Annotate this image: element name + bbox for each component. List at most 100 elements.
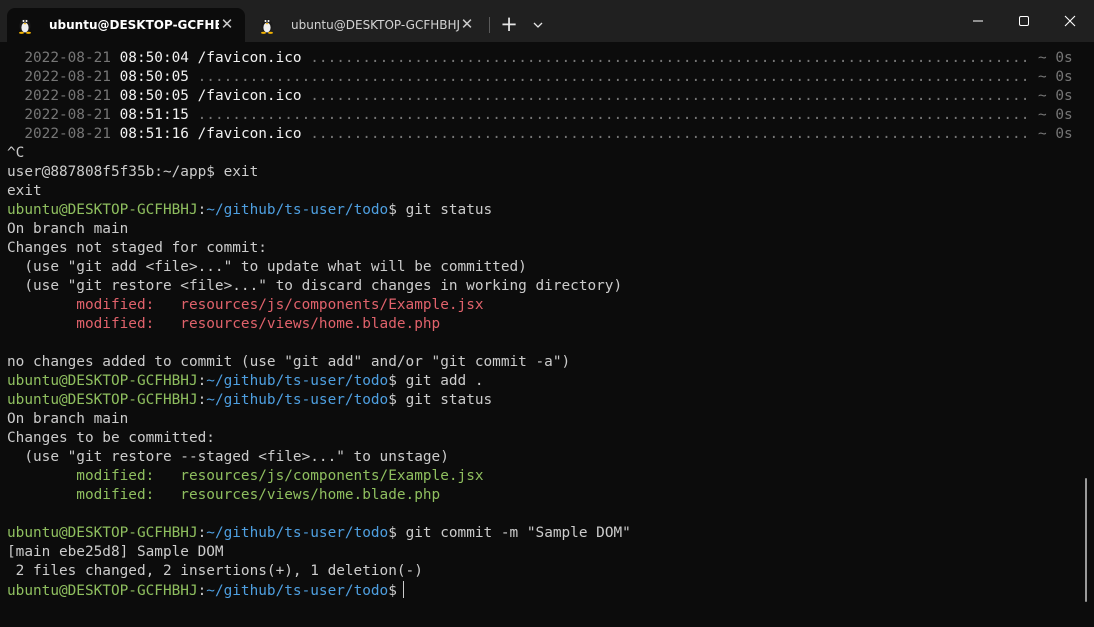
log-duration: ~ 0s bbox=[1038, 69, 1073, 85]
close-window-icon[interactable] bbox=[1047, 0, 1093, 42]
log-path: /favicon.ico bbox=[197, 88, 302, 104]
prompt-path: ~/github/ts-user/todo bbox=[206, 202, 389, 218]
staged-file-line: modified: resources/views/home.blade.php bbox=[7, 486, 1077, 505]
log-line: 2022-08-21 08:51:16 /favicon.ico .......… bbox=[7, 125, 1077, 144]
minimize-icon[interactable] bbox=[955, 0, 1001, 42]
prompt-line: ubuntu@DESKTOP-GCFHBHJ:~/github/ts-user/… bbox=[7, 524, 1077, 543]
log-path: /favicon.ico bbox=[197, 126, 302, 142]
output-line: (use "git restore --staged <file>..." to… bbox=[7, 449, 449, 465]
tab-label: ubuntu@DESKTOP-GCFHBHJ: bbox=[49, 18, 219, 32]
log-duration: ~ 0s bbox=[1038, 126, 1073, 142]
log-date: 2022-08-21 bbox=[24, 88, 111, 104]
tab-active[interactable]: ubuntu@DESKTOP-GCFHBHJ: ✕ bbox=[7, 8, 245, 42]
tab-separator bbox=[489, 17, 490, 33]
title-bar: ubuntu@DESKTOP-GCFHBHJ: ✕ ubuntu@DESKTOP… bbox=[0, 0, 1094, 42]
prompt-path: ~/github/ts-user/todo bbox=[206, 525, 389, 541]
prompt-dollar: $ bbox=[388, 525, 397, 541]
prompt-line-current[interactable]: ubuntu@DESKTOP-GCFHBHJ:~/github/ts-user/… bbox=[7, 581, 1077, 600]
prompt-path: ~/github/ts-user/todo bbox=[206, 392, 389, 408]
prompt-colon: : bbox=[197, 373, 207, 389]
log-date: 2022-08-21 bbox=[24, 50, 111, 66]
log-date: 2022-08-21 bbox=[24, 126, 111, 142]
log-dots: ........................................… bbox=[310, 126, 1030, 142]
staged-file-line: modified: resources/js/components/Exampl… bbox=[7, 467, 1077, 486]
prompt-user-host: ubuntu@DESKTOP-GCFHBHJ bbox=[7, 525, 198, 541]
log-dots: ........................................… bbox=[197, 107, 1030, 123]
prompt-line: ubuntu@DESKTOP-GCFHBHJ:~/github/ts-user/… bbox=[7, 201, 1077, 220]
text-cursor bbox=[402, 581, 404, 598]
prompt-path: ~/github/ts-user/todo bbox=[206, 373, 389, 389]
output-line: Changes to be committed: bbox=[7, 430, 215, 446]
modified-label: modified: bbox=[7, 468, 181, 484]
prompt-user-host: ubuntu@DESKTOP-GCFHBHJ bbox=[7, 373, 198, 389]
plus-icon[interactable]: + bbox=[497, 13, 521, 37]
file-path: resources/js/components/Example.jsx bbox=[180, 297, 484, 313]
log-line: 2022-08-21 08:50:05 /favicon.ico .......… bbox=[7, 87, 1077, 106]
command: git status bbox=[396, 202, 493, 218]
output-line: [main ebe25d8] Sample DOM bbox=[7, 544, 224, 560]
log-duration: ~ 0s bbox=[1038, 88, 1073, 104]
log-date: 2022-08-21 bbox=[24, 107, 111, 123]
log-line: 2022-08-21 08:50:04 /favicon.ico .......… bbox=[7, 49, 1077, 68]
prompt-colon: : bbox=[197, 525, 207, 541]
prompt-dollar: $ bbox=[388, 373, 397, 389]
log-line: 2022-08-21 08:50:05 ....................… bbox=[7, 68, 1077, 87]
prompt-user-host: ubuntu@DESKTOP-GCFHBHJ bbox=[7, 202, 198, 218]
prompt-colon: : bbox=[197, 202, 207, 218]
prompt-line: ubuntu@DESKTOP-GCFHBHJ:~/github/ts-user/… bbox=[7, 391, 1077, 410]
maximize-icon[interactable] bbox=[1001, 0, 1047, 42]
output-line: 2 files changed, 2 insertions(+), 1 dele… bbox=[7, 563, 423, 579]
prompt-dollar: $ bbox=[388, 202, 397, 218]
terminal-output[interactable]: 2022-08-21 08:50:04 /favicon.ico .......… bbox=[7, 49, 1077, 619]
log-time: 08:50:05 bbox=[119, 69, 189, 85]
close-icon[interactable]: ✕ bbox=[459, 16, 475, 32]
prompt-user-host: ubuntu@DESKTOP-GCFHBHJ bbox=[7, 392, 198, 408]
prompt-line: ubuntu@DESKTOP-GCFHBHJ:~/github/ts-user/… bbox=[7, 372, 1077, 391]
close-icon[interactable]: ✕ bbox=[219, 16, 235, 32]
file-path: resources/views/home.blade.php bbox=[180, 316, 441, 332]
modified-label: modified: bbox=[7, 297, 181, 313]
modified-file-line: modified: resources/js/components/Exampl… bbox=[7, 296, 1077, 315]
log-time: 08:51:15 bbox=[119, 107, 189, 123]
command: git add . bbox=[396, 373, 484, 389]
tux-icon bbox=[19, 19, 31, 34]
log-dots: ........................................… bbox=[310, 50, 1030, 66]
modified-file-line: modified: resources/views/home.blade.php bbox=[7, 315, 1077, 334]
command: git status bbox=[396, 392, 493, 408]
output-line: On branch main bbox=[7, 411, 129, 427]
terminal-window: ubuntu@DESKTOP-GCFHBHJ: ✕ ubuntu@DESKTOP… bbox=[0, 0, 1094, 627]
tab-inactive[interactable]: ubuntu@DESKTOP-GCFHBHJ: - ✕ bbox=[249, 8, 483, 42]
command: git commit -m "Sample DOM" bbox=[396, 525, 631, 541]
output-line: user@887808f5f35b:~/app$ exit bbox=[7, 164, 259, 180]
prompt-dollar: $ bbox=[388, 392, 397, 408]
output-line: exit bbox=[7, 183, 42, 199]
log-path: /favicon.ico bbox=[197, 50, 302, 66]
output-line: (use "git add <file>..." to update what … bbox=[7, 259, 527, 275]
tab-label: ubuntu@DESKTOP-GCFHBHJ: - bbox=[291, 18, 461, 32]
chevron-down-icon[interactable] bbox=[528, 14, 548, 36]
output-line: no changes added to commit (use "git add… bbox=[7, 354, 571, 370]
prompt-colon: : bbox=[197, 583, 207, 599]
log-time: 08:50:05 bbox=[119, 88, 189, 104]
file-path: resources/views/home.blade.php bbox=[180, 487, 441, 503]
modified-label: modified: bbox=[7, 316, 181, 332]
tux-icon bbox=[261, 19, 273, 34]
prompt-user-host: ubuntu@DESKTOP-GCFHBHJ bbox=[7, 583, 198, 599]
prompt-colon: : bbox=[197, 392, 207, 408]
modified-label: modified: bbox=[7, 487, 181, 503]
log-time: 08:51:16 bbox=[119, 126, 189, 142]
log-date: 2022-08-21 bbox=[24, 69, 111, 85]
output-line: ^C bbox=[7, 145, 25, 161]
file-path: resources/js/components/Example.jsx bbox=[180, 468, 484, 484]
log-line: 2022-08-21 08:51:15 ....................… bbox=[7, 106, 1077, 125]
scrollbar-thumb[interactable] bbox=[1085, 478, 1087, 602]
log-time: 08:50:04 bbox=[119, 50, 189, 66]
output-line: Changes not staged for commit: bbox=[7, 240, 267, 256]
log-dots: ........................................… bbox=[197, 69, 1030, 85]
output-line: (use "git restore <file>..." to discard … bbox=[7, 278, 623, 294]
prompt-dollar: $ bbox=[388, 583, 397, 599]
prompt-path: ~/github/ts-user/todo bbox=[206, 583, 389, 599]
log-duration: ~ 0s bbox=[1038, 50, 1073, 66]
